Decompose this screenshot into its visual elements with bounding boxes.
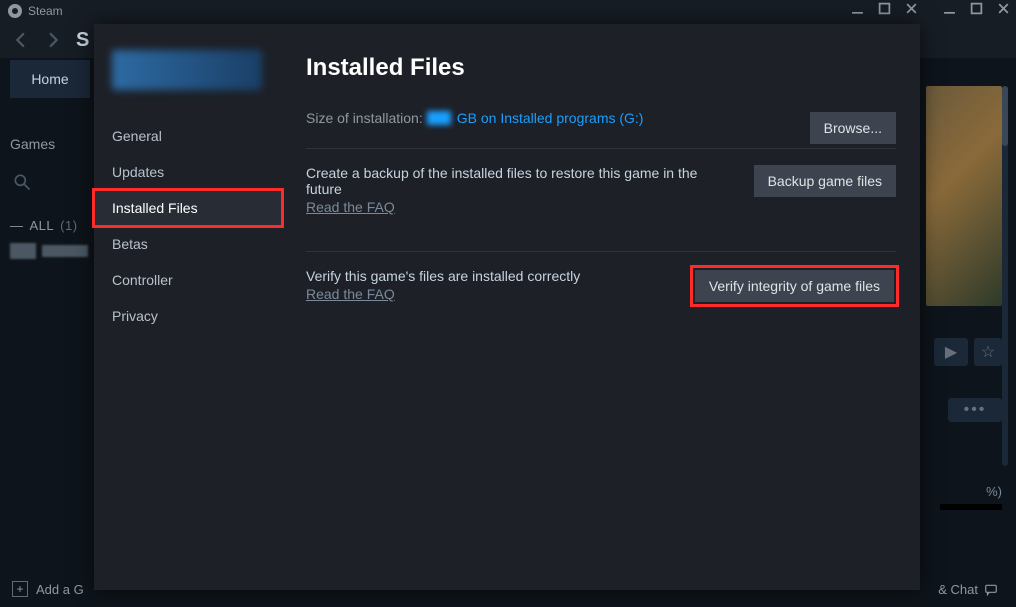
chat-icon xyxy=(984,583,998,597)
sidebar-item-installed-files[interactable]: Installed Files xyxy=(94,190,282,226)
friends-chat-button[interactable]: & Chat xyxy=(938,582,998,597)
nav-store-letter: S xyxy=(76,29,89,52)
properties-sidebar: General Updates Installed Files Betas Co… xyxy=(94,24,282,590)
dialog-maximize-icon[interactable] xyxy=(878,2,891,15)
sidebar-item-updates[interactable]: Updates xyxy=(94,154,282,190)
game-hero-art xyxy=(926,86,1002,306)
install-location-link[interactable]: GB on Installed programs (G:) xyxy=(427,110,644,126)
game-title-blur xyxy=(112,50,262,90)
backup-desc: Create a backup of the installed files t… xyxy=(306,165,726,197)
backup-section: Create a backup of the installed files t… xyxy=(306,149,896,233)
properties-main: Installed Files Size of installation: GB… xyxy=(282,24,920,590)
library-collection-all[interactable]: — ALL (1) xyxy=(10,218,78,233)
sidebar-label: Betas xyxy=(112,236,148,252)
all-count: (1) xyxy=(60,218,77,233)
scrollbar[interactable] xyxy=(1002,86,1008,466)
achievement-percent: %) xyxy=(946,484,1002,499)
sidebar-item-betas[interactable]: Betas xyxy=(94,226,282,262)
library-game-row[interactable] xyxy=(10,240,95,262)
collapse-icon: — xyxy=(10,218,24,233)
verify-section: Verify this game's files are installed c… xyxy=(306,252,896,320)
sidebar-item-privacy[interactable]: Privacy xyxy=(94,298,282,334)
main-window-controls xyxy=(943,2,1010,15)
chat-label: & Chat xyxy=(938,582,978,597)
favorite-icon[interactable]: ☆ xyxy=(974,338,1002,366)
sidebar-label: Privacy xyxy=(112,308,158,324)
size-link-text: GB on Installed programs (G:) xyxy=(457,110,644,126)
browse-button[interactable]: Browse... xyxy=(810,112,896,144)
install-size-row: Size of installation: GB on Installed pr… xyxy=(306,110,896,126)
sidebar-label: Updates xyxy=(112,164,164,180)
nav-forward-icon[interactable] xyxy=(44,31,62,49)
more-actions-icon[interactable]: ••• xyxy=(948,398,1002,422)
main-minimize-icon[interactable] xyxy=(943,2,956,15)
backup-button[interactable]: Backup game files xyxy=(754,165,896,197)
verify-faq-link[interactable]: Read the FAQ xyxy=(306,286,395,302)
sidebar-label: Installed Files xyxy=(112,200,198,216)
game-properties-dialog: General Updates Installed Files Betas Co… xyxy=(94,24,920,590)
main-close-icon[interactable] xyxy=(997,2,1010,15)
tab-home-label: Home xyxy=(31,71,68,87)
nav-back-icon[interactable] xyxy=(12,31,30,49)
steam-logo-icon xyxy=(8,4,22,18)
add-game-label: Add a G xyxy=(36,582,84,597)
game-name-blur xyxy=(42,245,88,257)
verify-desc: Verify this game's files are installed c… xyxy=(306,268,580,284)
add-game-button[interactable]: + Add a G xyxy=(12,581,84,597)
sidebar-label: General xyxy=(112,128,162,144)
dialog-close-icon[interactable] xyxy=(905,2,918,15)
sidebar-label: Controller xyxy=(112,272,173,288)
game-thumb-blur xyxy=(10,243,36,259)
verify-highlight: Verify integrity of game files xyxy=(693,268,896,304)
library-games-label[interactable]: Games xyxy=(10,136,55,152)
play-history-icon[interactable]: ▶ xyxy=(934,338,968,366)
dialog-window-controls xyxy=(851,2,918,15)
verify-integrity-button[interactable]: Verify integrity of game files xyxy=(695,270,894,302)
all-label: ALL xyxy=(30,218,55,233)
dialog-minimize-icon[interactable] xyxy=(851,2,864,15)
main-maximize-icon[interactable] xyxy=(970,2,983,15)
page-title: Installed Files xyxy=(306,54,896,82)
app-name: Steam xyxy=(28,4,63,18)
tab-home[interactable]: Home xyxy=(10,60,90,98)
sidebar-item-general[interactable]: General xyxy=(94,118,282,154)
size-value-blur xyxy=(427,111,451,125)
library-search-icon[interactable] xyxy=(12,172,32,197)
sidebar-item-controller[interactable]: Controller xyxy=(94,262,282,298)
achievement-bar xyxy=(940,504,1002,510)
size-label: Size of installation: xyxy=(306,110,423,126)
plus-icon: + xyxy=(12,581,28,597)
backup-faq-link[interactable]: Read the FAQ xyxy=(306,199,395,215)
